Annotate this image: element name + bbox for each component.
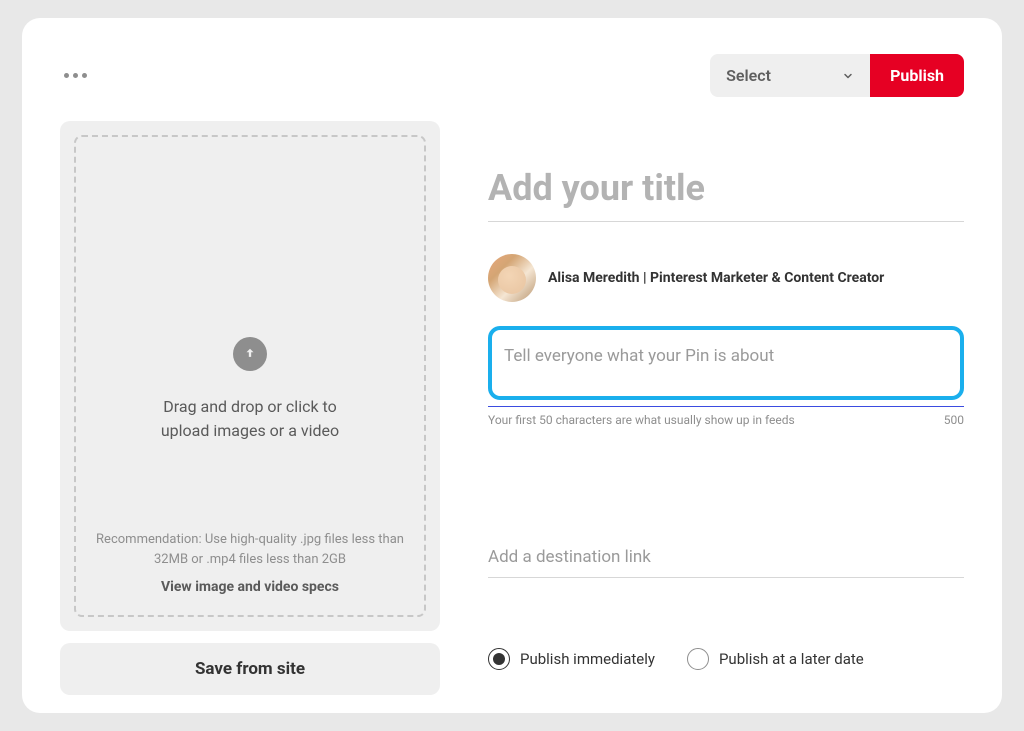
upload-instructions: Drag and drop or click to upload images … (140, 395, 360, 443)
avatar (488, 254, 536, 302)
more-options-icon[interactable] (60, 69, 91, 82)
char-count: 500 (944, 413, 964, 427)
upload-footer: Recommendation: Use high-quality .jpg fi… (76, 530, 424, 595)
author-row: Alisa Meredith | Pinterest Marketer & Co… (488, 254, 964, 302)
radio-selected-icon (488, 648, 510, 670)
description-highlight-box (488, 326, 964, 400)
publish-later-radio[interactable]: Publish at a later date (687, 648, 864, 670)
save-from-site-button[interactable]: Save from site (60, 643, 440, 695)
radio-unselected-icon (687, 648, 709, 670)
radio-label-now: Publish immediately (520, 650, 655, 668)
view-specs-link[interactable]: View image and video specs (92, 579, 408, 595)
pin-builder-card: Select Publish Drag and drop or click to… (22, 18, 1002, 713)
upload-zone[interactable]: Drag and drop or click to upload images … (60, 121, 440, 631)
right-column: Alisa Meredith | Pinterest Marketer & Co… (488, 121, 964, 695)
schedule-options: Publish immediately Publish at a later d… (488, 648, 964, 670)
destination-link-input[interactable] (488, 537, 964, 578)
board-select-dropdown[interactable]: Select (710, 54, 870, 97)
radio-label-later: Publish at a later date (719, 650, 864, 668)
description-hint-row: Your first 50 characters are what usuall… (488, 406, 964, 427)
board-select-label: Select (726, 66, 771, 85)
author-name: Alisa Meredith | Pinterest Marketer & Co… (548, 270, 884, 286)
upload-arrow-icon (233, 337, 267, 371)
upload-recommendation: Recommendation: Use high-quality .jpg fi… (92, 530, 408, 569)
upload-drop-area: Drag and drop or click to upload images … (74, 135, 426, 617)
publish-button[interactable]: Publish (870, 54, 964, 97)
title-input[interactable] (488, 159, 964, 222)
chevron-down-icon (842, 70, 854, 82)
content-area: Drag and drop or click to upload images … (60, 121, 964, 695)
top-actions: Select Publish (710, 54, 964, 97)
left-column: Drag and drop or click to upload images … (60, 121, 440, 695)
description-input[interactable] (492, 340, 960, 372)
publish-now-radio[interactable]: Publish immediately (488, 648, 655, 670)
description-hint: Your first 50 characters are what usuall… (488, 413, 795, 427)
top-bar: Select Publish (60, 54, 964, 97)
